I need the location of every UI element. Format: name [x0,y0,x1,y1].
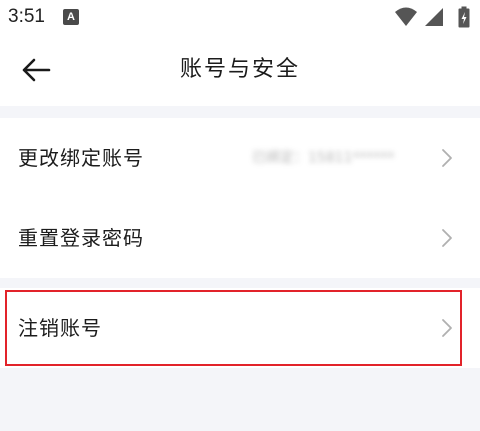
app-header: 账号与安全 [0,34,480,106]
chevron-right-icon [442,149,452,167]
cancel-account-row[interactable]: 注销账号 [0,288,480,368]
status-bar: 3:51 A [0,0,480,34]
notification-app-icon: A [63,9,79,25]
status-time: 3:51 [8,6,45,27]
chevron-right-icon [442,319,452,337]
wifi-icon [395,7,417,26]
row-label: 更改绑定账号 [18,146,144,170]
chevron-right-icon [442,229,452,247]
row-label: 注销账号 [18,316,102,340]
reset-password-row[interactable]: 重置登录密码 [0,198,480,278]
battery-icon [458,6,470,28]
row-label: 重置登录密码 [18,226,144,250]
bound-account-value: 已绑定：15811****** [252,150,395,166]
settings-group-danger: 注销账号 [0,288,480,368]
arrow-left-icon [22,58,51,82]
back-button[interactable] [12,48,60,92]
cell-signal-icon [425,8,443,26]
change-bound-account-row[interactable]: 更改绑定账号 已绑定：15811****** [0,118,480,198]
settings-group-account: 更改绑定账号 已绑定：15811****** 重置登录密码 [0,118,480,278]
page-title: 账号与安全 [179,57,300,82]
